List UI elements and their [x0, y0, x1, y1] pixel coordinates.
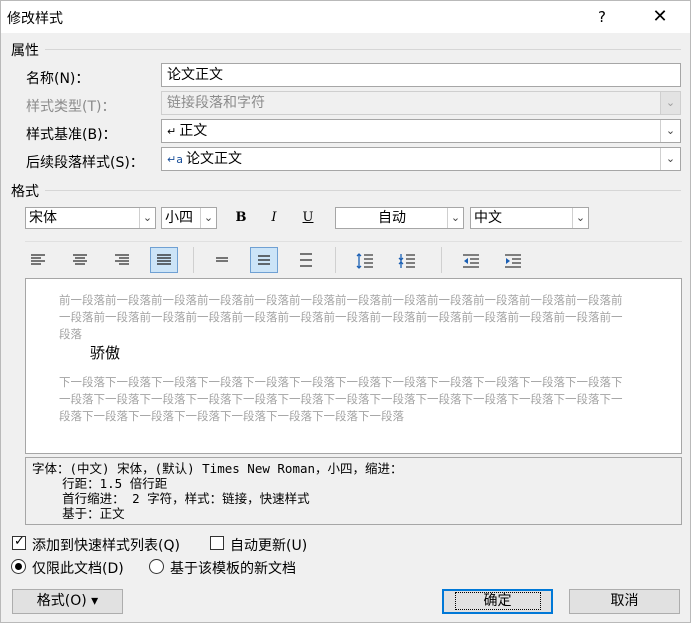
increase-indent-button[interactable]	[498, 247, 526, 273]
chevron-down-icon[interactable]: ⌄	[572, 208, 588, 228]
properties-section-label: 属性	[11, 43, 39, 59]
next-paragraph-text: 下一段落下一段落下一段落下一段落下一段落下一段落下一段落下一段落下一段落下一段落…	[59, 375, 623, 423]
ok-button[interactable]: 确定	[442, 589, 553, 614]
decrease-indent-icon	[463, 254, 479, 268]
toolbar-separator	[335, 247, 336, 273]
onehalf-spacing-icon	[258, 255, 270, 265]
toolbar-divider	[25, 241, 682, 242]
align-center-icon	[73, 254, 87, 265]
properties-divider	[45, 49, 681, 50]
dialog-title: 修改样式	[7, 11, 63, 27]
chevron-down-icon[interactable]: ⌄	[447, 208, 463, 228]
cancel-button[interactable]: 取消	[569, 589, 680, 614]
based-on-value: 正文	[179, 123, 208, 139]
auto-update-label[interactable]: 自动更新(U)	[230, 535, 307, 555]
italic-button[interactable]: I	[263, 207, 285, 229]
format-divider	[45, 190, 681, 191]
script-select[interactable]: 中文 ⌄	[470, 207, 589, 229]
justify-icon	[157, 254, 171, 265]
auto-update-checkbox[interactable]	[210, 536, 224, 550]
next-style-label: 后续段落样式(S)：	[26, 155, 144, 171]
chevron-down-icon[interactable]: ⌄	[139, 208, 155, 228]
toolbar-separator	[441, 247, 442, 273]
decrease-paragraph-spacing-button[interactable]	[392, 247, 420, 273]
align-right-button[interactable]	[108, 247, 136, 273]
style-type-value: 链接段落和字符	[167, 95, 265, 111]
font-select[interactable]: 宋体 ⌄	[25, 207, 156, 229]
line-spacing-onehalf-button[interactable]	[250, 247, 278, 273]
modify-style-dialog: 修改样式 ? ✕ 属性 名称(N)： 论文正文 样式类型(T)： 链接段落和字符…	[0, 0, 691, 623]
line-spacing-single-button[interactable]	[208, 247, 236, 273]
based-on-label: 样式基准(B)：	[26, 127, 117, 143]
chevron-down-icon: ⌄	[660, 92, 680, 114]
previous-paragraph-text: 前一段落前一段落前一段落前一段落前一段落前一段落前一段落前一段落前一段落前一段落…	[59, 293, 623, 341]
chevron-down-icon[interactable]: ⌄	[660, 120, 680, 142]
new-documents-template-radio[interactable]	[149, 559, 164, 574]
chevron-down-icon[interactable]: ⌄	[660, 148, 680, 170]
add-to-quick-styles-label[interactable]: 添加到快速样式列表(Q)	[32, 535, 180, 555]
next-style-select[interactable]: ↵a 论文正文 ⌄	[161, 147, 681, 171]
increase-spacing-icon	[356, 253, 373, 269]
help-button[interactable]: ?	[579, 1, 625, 33]
font-size-value: 小四	[165, 210, 193, 226]
radio-selected-dot	[15, 563, 22, 570]
align-left-button[interactable]	[24, 247, 52, 273]
font-color-value: 自动	[378, 210, 406, 226]
name-field[interactable]: 论文正文	[161, 63, 681, 87]
line-spacing-double-button[interactable]	[292, 247, 320, 273]
decrease-spacing-icon	[398, 254, 415, 268]
add-to-quick-styles-checkbox[interactable]: ✓	[12, 534, 26, 550]
underline-button[interactable]: U	[297, 207, 319, 229]
new-documents-template-label[interactable]: 基于该模板的新文档	[170, 558, 296, 578]
increase-paragraph-spacing-button[interactable]	[350, 247, 378, 273]
align-left-icon	[31, 254, 45, 265]
name-label: 名称(N)：	[26, 71, 90, 87]
align-center-button[interactable]	[66, 247, 94, 273]
format-section-label: 格式	[11, 184, 39, 200]
chevron-down-icon[interactable]: ⌄	[200, 208, 216, 228]
title-bar: 修改样式 ? ✕	[1, 1, 690, 33]
paragraph-mark-icon: ↵	[167, 125, 177, 138]
close-button[interactable]: ✕	[637, 1, 683, 33]
double-spacing-icon	[300, 253, 312, 267]
script-value: 中文	[474, 210, 502, 226]
toolbar-separator	[193, 247, 194, 273]
style-description: 字体：(中文) 宋体，(默认) Times New Roman，小四，缩进： 行…	[25, 457, 682, 525]
decrease-indent-button[interactable]	[456, 247, 484, 273]
next-style-value: 论文正文	[185, 151, 242, 167]
only-this-document-label[interactable]: 仅限此文档(D)	[32, 558, 124, 578]
sample-text: 骄傲	[90, 344, 121, 362]
font-color-select[interactable]: 自动 ⌄	[335, 207, 464, 229]
based-on-select[interactable]: ↵ 正文 ⌄	[161, 119, 681, 143]
linked-style-icon: ↵a	[167, 153, 183, 166]
font-value: 宋体	[29, 210, 57, 226]
bold-button[interactable]: B	[230, 207, 252, 229]
only-this-document-radio[interactable]	[11, 559, 26, 574]
font-size-select[interactable]: 小四 ⌄	[161, 207, 217, 229]
style-preview: 前一段落前一段落前一段落前一段落前一段落前一段落前一段落前一段落前一段落前一段落…	[25, 278, 682, 454]
format-menu-button[interactable]: 格式(O) ▾	[12, 589, 123, 614]
increase-indent-icon	[505, 254, 521, 268]
align-right-icon	[115, 254, 129, 265]
ok-label: 确定	[454, 592, 541, 610]
justify-button[interactable]	[150, 247, 178, 273]
name-value: 论文正文	[167, 67, 223, 83]
style-type-label: 样式类型(T)：	[26, 99, 116, 115]
single-spacing-icon	[216, 257, 228, 262]
style-type-select: 链接段落和字符 ⌄	[161, 91, 681, 115]
checkmark-icon: ✓	[14, 534, 25, 549]
